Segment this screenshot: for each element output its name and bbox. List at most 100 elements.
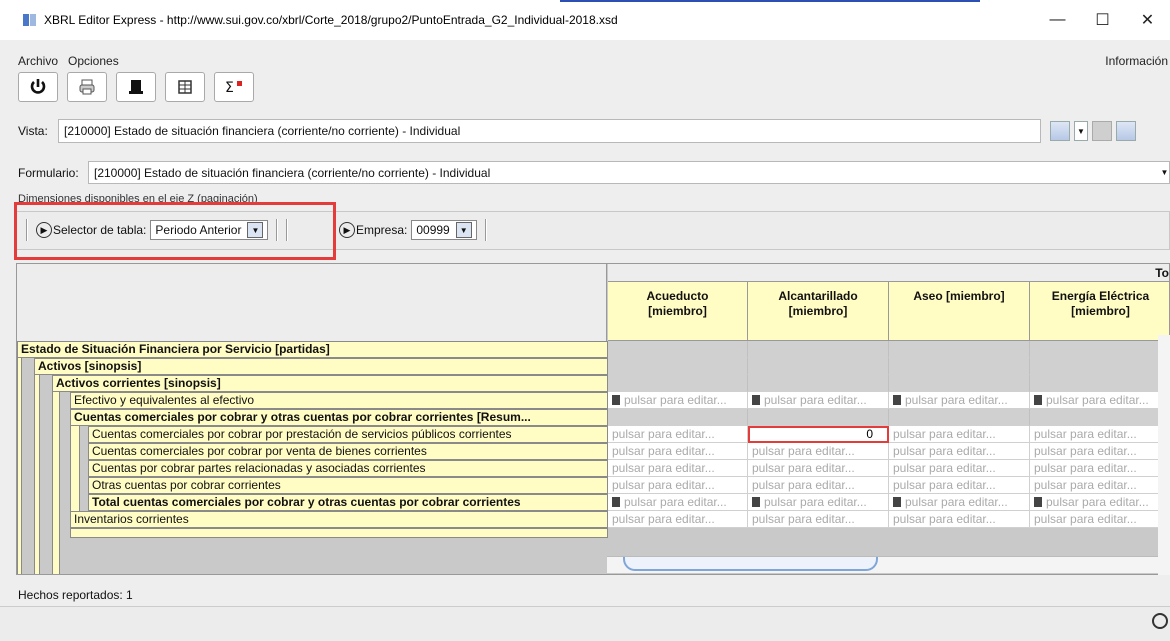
table-row: Efectivo y equivalentes al efectivo puls… <box>17 392 1169 409</box>
vista-label: Vista: <box>18 124 48 138</box>
scroll-thumb[interactable] <box>623 557 878 571</box>
table-cell[interactable]: pulsar para editar... <box>889 494 1030 511</box>
view-icon[interactable] <box>1050 121 1070 141</box>
calculator-icon <box>893 497 901 507</box>
menu-opciones[interactable]: Opciones <box>68 54 119 68</box>
table-cell[interactable]: pulsar para editar... <box>889 460 1030 477</box>
table-cell[interactable]: pulsar para editar... <box>748 460 889 477</box>
table-cell[interactable]: pulsar para editar... <box>748 494 889 511</box>
table-cell[interactable]: pulsar para editar... <box>608 494 748 511</box>
menu-bar: Archivo Opciones Información <box>0 50 1170 70</box>
grid-icon[interactable] <box>1092 121 1112 141</box>
table-cell[interactable]: pulsar para editar... <box>748 511 889 528</box>
calculator-icon <box>893 395 901 405</box>
report-icon[interactable] <box>1116 121 1136 141</box>
table-cell <box>1030 358 1169 375</box>
menu-informacion[interactable]: Información <box>1105 54 1168 68</box>
empresa-value: 00999 <box>416 223 450 237</box>
power-icon <box>30 79 46 94</box>
table-cell <box>748 409 889 426</box>
calculator-icon <box>1034 395 1042 405</box>
table-cell[interactable]: pulsar para editar... <box>608 511 748 528</box>
table-cell[interactable]: pulsar para editar... <box>1030 426 1169 443</box>
arrow-right-icon[interactable]: ▶ <box>339 222 355 238</box>
maximize-button[interactable]: ☐ <box>1080 0 1125 40</box>
vista-dropdown[interactable]: ▼ <box>1074 121 1088 141</box>
editing-cell[interactable]: 0 <box>748 426 889 443</box>
table-cell[interactable]: pulsar para editar... <box>1030 494 1169 511</box>
vista-field[interactable]: [210000] Estado de situación financiera … <box>58 119 1041 143</box>
empresa-label: Empresa: <box>356 223 408 237</box>
table-row: Activos [sinopsis] <box>17 358 1169 375</box>
chevron-down-icon[interactable]: ▼ <box>1159 161 1170 184</box>
table-cell[interactable]: pulsar para editar... <box>608 426 748 443</box>
row-label: Activos corrientes [sinopsis] <box>52 375 608 392</box>
table-cell[interactable]: pulsar para editar... <box>608 392 748 409</box>
svg-text:Σ: Σ <box>225 80 234 96</box>
table-cell[interactable]: pulsar para editar... <box>748 392 889 409</box>
table-cell[interactable]: pulsar para editar... <box>608 477 748 494</box>
row-label: Total cuentas comerciales por cobrar y o… <box>88 494 608 511</box>
table-row: Inventarios corrientes pulsar para edita… <box>17 511 1169 528</box>
formulario-select[interactable]: [210000] Estado de situación financiera … <box>88 161 1170 184</box>
table-cell[interactable]: pulsar para editar... <box>1030 392 1169 409</box>
calculator-icon <box>752 497 760 507</box>
table-cell[interactable]: pulsar para editar... <box>608 443 748 460</box>
table-cell[interactable]: pulsar para editar... <box>889 443 1030 460</box>
table-cell[interactable]: pulsar para editar... <box>889 477 1030 494</box>
table-row: Activos corrientes [sinopsis] <box>17 375 1169 392</box>
table-cell[interactable]: pulsar para editar... <box>1030 443 1169 460</box>
column-header-alcantarillado: Alcantarillado [miembro] <box>748 282 889 341</box>
table-cell[interactable]: pulsar para editar... <box>1030 511 1169 528</box>
table-cell[interactable]: pulsar para editar... <box>889 511 1030 528</box>
menu-archivo[interactable]: Archivo <box>18 54 58 68</box>
table-cell <box>748 358 889 375</box>
row-label-partial <box>70 528 608 538</box>
table-cell[interactable]: pulsar para editar... <box>889 426 1030 443</box>
power-button[interactable] <box>18 72 58 102</box>
table-cell <box>889 409 1030 426</box>
toolbar: Σ <box>18 72 254 104</box>
table-row: Cuentas comerciales por cobrar y otras c… <box>17 409 1169 426</box>
row-label: Efectivo y equivalentes al efectivo <box>70 392 608 409</box>
table-cell <box>608 375 748 392</box>
chevron-down-icon[interactable]: ▼ <box>455 222 472 238</box>
table-row: Cuentas comerciales por cobrar por prest… <box>17 426 1169 443</box>
table-row: Estado de Situación Financiera por Servi… <box>17 341 1169 358</box>
row-label: Otras cuentas por cobrar corrientes <box>88 477 608 494</box>
bottom-panel <box>0 606 1170 641</box>
close-button[interactable]: ✕ <box>1125 0 1170 40</box>
sum-button[interactable]: Σ <box>214 72 254 102</box>
row-label: Cuentas comerciales por cobrar y otras c… <box>70 409 608 426</box>
table-cell <box>608 341 748 358</box>
table-cell[interactable]: pulsar para editar... <box>748 477 889 494</box>
navigate-icon[interactable] <box>1152 613 1168 629</box>
save-icon <box>129 80 143 94</box>
table-cell <box>1030 409 1169 426</box>
row-label: Activos [sinopsis] <box>34 358 608 375</box>
table-cell[interactable]: pulsar para editar... <box>748 443 889 460</box>
table-cell[interactable]: pulsar para editar... <box>1030 460 1169 477</box>
save-button[interactable] <box>116 72 156 102</box>
minimize-button[interactable]: — <box>1035 0 1080 40</box>
table-cell <box>748 341 889 358</box>
row-label: Inventarios corrientes <box>70 511 608 528</box>
table-cell[interactable]: pulsar para editar... <box>608 460 748 477</box>
empresa-dropdown[interactable]: 00999 ▼ <box>411 220 477 240</box>
table-cell[interactable]: pulsar para editar... <box>1030 477 1169 494</box>
print-button[interactable] <box>67 72 107 102</box>
sigma-icon: Σ <box>225 80 242 96</box>
dimensions-label: Dimensiones disponibles en el eje Z (pag… <box>18 193 258 202</box>
row-label: Cuentas comerciales por cobrar por prest… <box>88 426 608 443</box>
table-row <box>17 528 1169 545</box>
vertical-scrollbar[interactable] <box>1158 335 1170 575</box>
table-row: Cuentas comerciales por cobrar por venta… <box>17 443 1169 460</box>
row-label: Cuentas por cobrar partes relacionadas y… <box>88 460 608 477</box>
calculator-icon <box>612 395 620 405</box>
table-button[interactable] <box>165 72 205 102</box>
printer-icon <box>79 79 95 95</box>
xbrl-app-icon <box>23 14 36 26</box>
row-label: Estado de Situación Financiera por Servi… <box>17 341 608 358</box>
table-cell[interactable]: pulsar para editar... <box>889 392 1030 409</box>
table-cell <box>608 358 748 375</box>
